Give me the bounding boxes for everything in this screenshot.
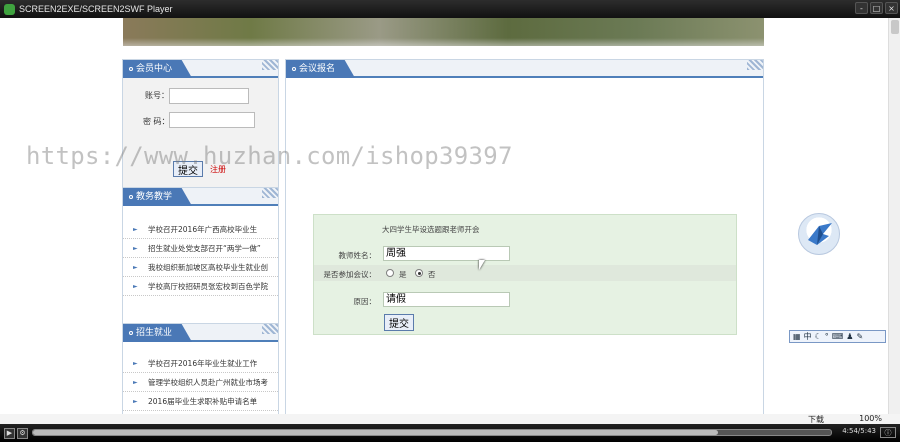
play-icon[interactable]: ▶ xyxy=(4,427,15,439)
watermark-text: https://www.huzhan.com/ishop39397 xyxy=(26,142,513,170)
meeting-title: 大四学生毕设选题跟老师开会 xyxy=(382,225,480,234)
password-label: 密 码： xyxy=(143,117,170,126)
account-input[interactable] xyxy=(169,88,249,104)
info-icon[interactable]: ⓘ xyxy=(880,427,896,438)
member-center-heading: 会员中心 xyxy=(136,64,173,74)
attend-no-label: 否 xyxy=(428,270,436,279)
attend-yes-label: 是 xyxy=(399,270,407,279)
bullet-icon: ► xyxy=(133,282,138,290)
list-item-text: 我校组织新加坡区高校毕业生就业创 xyxy=(148,262,268,272)
minimize-button[interactable]: - xyxy=(855,2,868,14)
ime-settings-icon[interactable]: ✎ xyxy=(856,332,863,341)
password-input[interactable] xyxy=(169,112,255,128)
app-icon xyxy=(4,3,15,15)
list-item-text: 学校高厅校招研员张宏校到百色学院 xyxy=(148,281,268,291)
playback-time: 4:54/5:43 xyxy=(842,427,876,435)
ime-mode-label[interactable]: 中 xyxy=(804,331,812,342)
header-stripe xyxy=(262,188,278,198)
employment-heading: 招生就业 xyxy=(136,328,173,338)
maximize-button[interactable]: □ xyxy=(870,2,883,14)
teaching-box: 教务教学 ► 学校召开2016年广西高校毕业生 ► 招生就业处党支部召开“两学一做”… xyxy=(122,187,279,325)
bird-logo-icon[interactable] xyxy=(798,213,840,255)
list-item[interactable]: ► 招生就业处党支部召开“两学一做” xyxy=(123,239,278,258)
teaching-tab: 教务教学 xyxy=(123,188,193,206)
player-viewport: 会员中心 账号： 密 码： 提交 注册 教务教学 ► 学校召开2016年广西高校毕… xyxy=(0,18,900,424)
bullet-icon: ► xyxy=(133,225,138,233)
reason-label: 原因： xyxy=(353,297,377,306)
window-title: SCREEN2EXE/SCREEN2SWF Player xyxy=(19,4,173,14)
attend-label: 是否参加会议： xyxy=(323,270,377,279)
list-item-text: 学校召开2016年广西高校毕业生 xyxy=(148,224,258,234)
player-controls: ▶ ⚙ 4:54/5:43 ⓘ xyxy=(0,424,900,442)
ime-punct-icon[interactable]: ° xyxy=(825,332,829,341)
account-label: 账号： xyxy=(145,91,169,100)
ime-moon-icon[interactable]: ☾ xyxy=(815,332,822,341)
registration-submit-button[interactable]: 提交 xyxy=(384,314,414,331)
vertical-scrollbar[interactable] xyxy=(888,18,900,424)
tab-dot-icon xyxy=(129,67,133,71)
bullet-icon: ► xyxy=(133,359,138,367)
header-stripe xyxy=(262,324,278,334)
list-item[interactable]: ► 管理学校组织人员赴广州就业市场考 xyxy=(123,373,278,392)
bullet-icon: ► xyxy=(133,378,138,386)
tab-dot-icon xyxy=(129,331,133,335)
site-banner xyxy=(123,18,764,46)
list-item-text: 学校召开2016年毕业生就业工作 xyxy=(148,358,258,368)
teacher-name-label: 教师姓名： xyxy=(338,251,377,260)
meeting-registration-heading: 会议报名 xyxy=(299,64,336,74)
bullet-icon: ► xyxy=(133,244,138,252)
zoom-level[interactable]: 100% xyxy=(859,414,882,423)
header-stripe xyxy=(262,60,278,70)
ime-grid-icon[interactable]: ▦ xyxy=(793,332,801,341)
list-item-text: 招生就业处党支部召开“两学一做” xyxy=(148,243,261,253)
teaching-heading: 教务教学 xyxy=(136,192,173,202)
list-item[interactable]: ► 学校召开2016年广西高校毕业生 xyxy=(123,220,278,239)
employment-tab: 招生就业 xyxy=(123,324,193,342)
teacher-name-input[interactable]: 周强 xyxy=(383,246,510,261)
attend-row: 是否参加会议： 是 否 xyxy=(314,265,736,281)
list-item-text: 2016届毕业生求职补贴申请名单 xyxy=(148,396,258,406)
header-stripe xyxy=(747,60,763,70)
player-titlebar: SCREEN2EXE/SCREEN2SWF Player - □ × xyxy=(0,0,900,18)
list-item[interactable]: ► 我校组织新加坡区高校毕业生就业创 xyxy=(123,258,278,277)
teaching-list: ► 学校召开2016年广西高校毕业生 ► 招生就业处党支部召开“两学一做” ► 我校组… xyxy=(123,220,278,296)
meeting-registration-tab: 会议报名 xyxy=(286,60,356,78)
registration-form: 大四学生毕设选题跟老师开会 教师姓名： 周强 是否参加会议： 是 否 原因： 请… xyxy=(313,214,737,335)
bullet-icon: ► xyxy=(133,397,138,405)
download-label[interactable]: 下载 xyxy=(808,414,824,424)
ime-toolbar[interactable]: ▦ 中 ☾ ° ⌨ ♟ ✎ xyxy=(789,330,886,343)
attend-no-radio[interactable] xyxy=(415,269,423,277)
tab-dot-icon xyxy=(292,67,296,71)
reason-input[interactable]: 请假 xyxy=(383,292,510,307)
attend-yes-radio[interactable] xyxy=(386,269,394,277)
close-button[interactable]: × xyxy=(885,2,898,14)
browser-status-strip: 下载 100% xyxy=(0,414,900,424)
ime-keyboard-icon[interactable]: ⌨ xyxy=(832,332,844,341)
settings-icon[interactable]: ⚙ xyxy=(17,427,28,439)
list-item[interactable]: ► 学校高厅校招研员张宏校到百色学院 xyxy=(123,277,278,296)
bullet-icon: ► xyxy=(133,263,138,271)
list-item-text: 管理学校组织人员赴广州就业市场考 xyxy=(148,377,268,387)
member-center-box: 会员中心 账号： 密 码： 提交 注册 xyxy=(122,59,279,192)
list-item[interactable]: ► 学校召开2016年毕业生就业工作 xyxy=(123,354,278,373)
list-item[interactable]: ► 2016届毕业生求职补贴申请名单 xyxy=(123,392,278,411)
employment-box: 招生就业 ► 学校召开2016年毕业生就业工作 ► 管理学校组织人员赴广州就业市场考… xyxy=(122,323,279,424)
member-center-tab: 会员中心 xyxy=(123,60,193,78)
seek-bar[interactable] xyxy=(32,429,832,436)
tab-dot-icon xyxy=(129,195,133,199)
ime-user-icon[interactable]: ♟ xyxy=(846,332,853,341)
